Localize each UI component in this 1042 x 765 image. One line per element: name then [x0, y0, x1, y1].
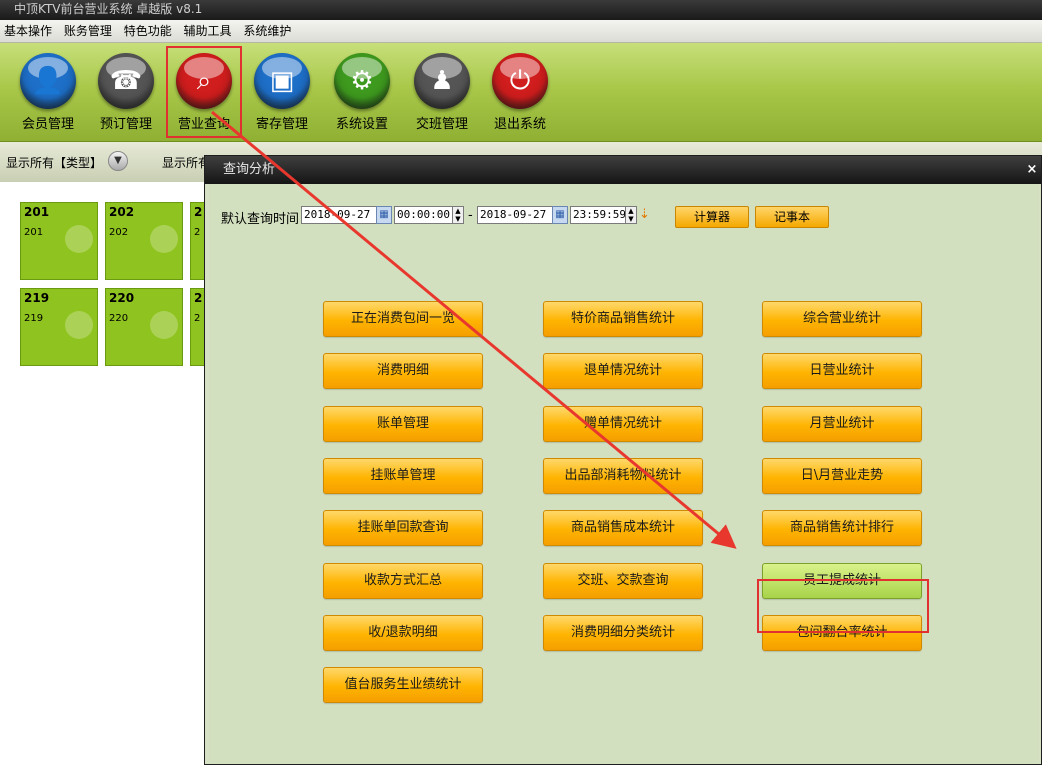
report-button[interactable]: 值台服务生业绩统计 [323, 667, 483, 704]
menu-features[interactable]: 特色功能 [120, 20, 176, 42]
report-button[interactable]: 账单管理 [323, 405, 483, 442]
arrow-down-icon[interactable]: ⇣ [639, 207, 650, 222]
room-number: 219 [24, 291, 50, 305]
dialog-body: 默认查询时间 2018-09-27 ▦ 00:00:00 ▲ ▼ - 2018-0… [209, 184, 1039, 764]
toolbar-button-3[interactable]: ▣ 寄存管理 [244, 53, 320, 139]
filter-all-label: 显示所有 [162, 156, 211, 170]
room-subnumber: 2 [194, 227, 201, 238]
date-from-field[interactable]: 2018-09-27 [301, 206, 377, 224]
room-subnumber: 201 [24, 227, 44, 238]
toolbar-button-1[interactable]: ☎ 预订管理 [88, 53, 164, 139]
toolbar-label: 系统设置 [335, 117, 388, 132]
time-to-spinner[interactable]: ▲ ▼ [625, 206, 637, 224]
room-number: 201 [24, 205, 50, 219]
report-button[interactable]: 月营业统计 [762, 405, 922, 442]
room-subnumber: 220 [109, 313, 129, 324]
menu-maintenance[interactable]: 系统维护 [239, 20, 295, 42]
room-number: 202 [109, 205, 135, 219]
date-to-field[interactable]: 2018-09-27 [477, 206, 553, 224]
chevron-down-icon: ▼ [114, 155, 122, 166]
member-icon-glyph: 👤 [31, 66, 65, 96]
room-number: 2 [194, 205, 203, 219]
toolbar-button-6[interactable]: ⏻ 退出系统 [482, 53, 558, 139]
report-button[interactable]: 挂账单管理 [323, 457, 483, 494]
room-grid: 201 201 202 202 2 2 219 219 220 220 2 2 [0, 183, 268, 765]
room-number: 220 [109, 291, 135, 305]
gear-icon-glyph: ⚙ [350, 66, 374, 96]
close-icon[interactable]: × [1025, 156, 1039, 184]
team-icon-glyph: ♟ [430, 66, 454, 96]
room-logo-icon [150, 225, 178, 253]
menu-basic[interactable]: 基本操作 [0, 20, 56, 42]
phone-icon: ☎ [98, 53, 154, 109]
room-logo-icon [65, 225, 93, 253]
team-icon: ♟ [414, 53, 470, 109]
phone-icon-glyph: ☎ [109, 66, 143, 96]
menu-tools[interactable]: 辅助工具 [180, 20, 236, 42]
date-separator: - [468, 208, 473, 223]
report-button[interactable]: 正在消费包间一览 [323, 301, 483, 337]
room-logo-icon [65, 311, 93, 339]
power-icon: ⏻ [492, 53, 548, 109]
report-button[interactable]: 交班、交款查询 [543, 562, 703, 599]
member-icon: 👤 [20, 53, 76, 109]
calculator-button[interactable]: 计算器 [675, 206, 749, 228]
time-to-field[interactable]: 23:59:59 [570, 206, 626, 224]
toolbar-button-4[interactable]: ⚙ 系统设置 [324, 53, 400, 139]
room-tile[interactable]: 202 202 [105, 202, 183, 280]
toolbar-button-5[interactable]: ♟ 交班管理 [404, 53, 480, 139]
report-button[interactable]: 赠单情况统计 [543, 405, 703, 442]
report-button[interactable]: 退单情况统计 [543, 353, 703, 390]
report-button[interactable]: 消费明细 [323, 353, 483, 390]
room-number: 2 [194, 291, 203, 305]
notepad-button[interactable]: 记事本 [755, 206, 829, 228]
report-button[interactable]: 挂账单回款查询 [323, 510, 483, 547]
toolbar-label: 会员管理 [21, 117, 74, 132]
highlight-box-toolbar [166, 46, 242, 138]
room-tile[interactable]: 220 220 [105, 288, 183, 366]
room-subnumber: 202 [109, 227, 129, 238]
menu-bar: 基本操作 账务管理 特色功能 辅助工具 系统维护 [0, 20, 1042, 43]
room-subnumber: 219 [24, 313, 44, 324]
report-button[interactable]: 商品销售统计排行 [762, 510, 922, 547]
dropdown-button[interactable]: ▼ [108, 151, 128, 171]
query-time-label: 默认查询时间 [221, 212, 300, 227]
window-title: 中顶KTV前台营业系统 卓越版 v8.1 [14, 2, 203, 16]
gear-icon: ⚙ [334, 53, 390, 109]
report-button[interactable]: 收款方式汇总 [323, 562, 483, 599]
query-dialog: 查询分析 × 默认查询时间 2018-09-27 ▦ 00:00:00 ▲ ▼ -… [204, 155, 1042, 765]
main-toolbar: 👤 会员管理 ☎ 预订管理 ⌕ 营业查询 ▣ 寄存管理 ⚙ 系统设置 ♟ 交班管理 ⏻ 退出系统 [0, 43, 1042, 142]
report-button[interactable]: 出品部消耗物料统计 [543, 457, 703, 494]
report-button[interactable]: 日\月营业走势 [762, 457, 922, 494]
bag-icon-glyph: ▣ [269, 66, 295, 96]
report-button[interactable]: 特价商品销售统计 [543, 301, 703, 337]
report-button[interactable]: 收/退款明细 [323, 614, 483, 651]
toolbar-label: 退出系统 [493, 117, 546, 132]
time-from-spinner[interactable]: ▲ ▼ [452, 206, 464, 224]
room-subnumber: 2 [194, 313, 201, 324]
report-button[interactable]: 消费明细分类统计 [543, 614, 703, 651]
report-button[interactable]: 商品销售成本统计 [543, 510, 703, 547]
toolbar-button-0[interactable]: 👤 会员管理 [10, 53, 86, 139]
highlight-box-selected [757, 579, 929, 633]
power-icon-glyph: ⏻ [509, 66, 531, 96]
room-tile[interactable]: 201 201 [20, 202, 98, 280]
room-logo-icon [150, 311, 178, 339]
menu-accounts[interactable]: 账务管理 [60, 20, 116, 42]
time-from-field[interactable]: 00:00:00 [394, 206, 454, 224]
room-tile[interactable]: 219 219 [20, 288, 98, 366]
filter-type-label: 显示所有【类型】 [6, 156, 103, 170]
bag-icon: ▣ [254, 53, 310, 109]
calendar-icon[interactable]: ▦ [552, 206, 568, 224]
toolbar-label: 交班管理 [415, 117, 468, 132]
window-titlebar: 中顶KTV前台营业系统 卓越版 v8.1 [0, 0, 1042, 20]
toolbar-label: 寄存管理 [255, 117, 308, 132]
toolbar-label: 预订管理 [99, 117, 152, 132]
calendar-icon[interactable]: ▦ [376, 206, 392, 224]
report-button[interactable]: 日营业统计 [762, 353, 922, 390]
dialog-title: 查询分析 [223, 162, 276, 177]
dialog-titlebar: 查询分析 [205, 156, 1041, 184]
report-button[interactable]: 综合营业统计 [762, 301, 922, 337]
